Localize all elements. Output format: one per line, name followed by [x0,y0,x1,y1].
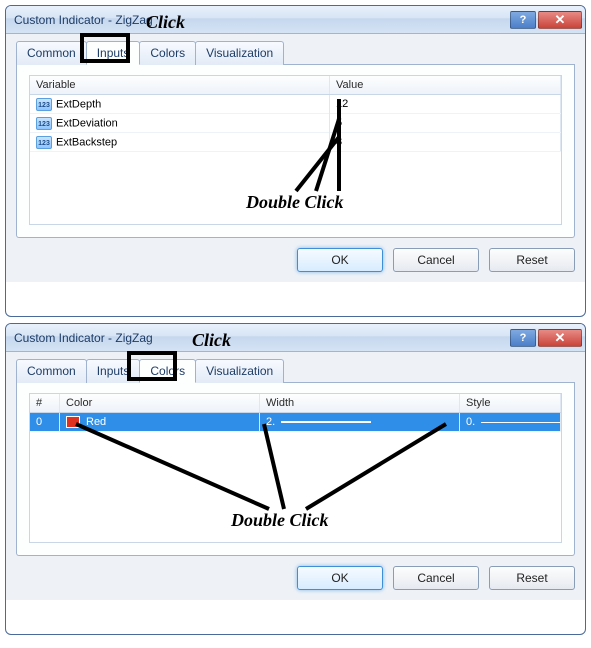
tab-colors[interactable]: Colors [139,359,196,383]
width-value: 2. [266,416,275,428]
colors-pane: # Color Width Style 0 Red 2. 0. [16,383,575,556]
titlebar[interactable]: Custom Indicator - ZigZag ? ✕ [6,6,585,34]
variable-name: ExtDepth [56,98,101,110]
table-row[interactable]: 123 ExtDeviation 5 [30,114,561,133]
titlebar[interactable]: Custom Indicator - ZigZag ? ✕ [6,324,585,352]
window-buttons: ? ✕ [508,329,582,347]
cancel-button[interactable]: Cancel [393,566,479,590]
variable-name: ExtBackstep [56,136,117,148]
variable-value[interactable]: 5 [330,114,561,132]
table-row[interactable]: 0 Red 2. 0. [30,413,561,432]
table-header: # Color Width Style [30,394,561,413]
help-button[interactable]: ? [510,11,536,29]
close-button[interactable]: ✕ [538,329,582,347]
col-width[interactable]: Width [260,394,460,412]
table-header: Variable Value [30,76,561,95]
style-preview-icon [481,422,561,423]
close-button[interactable]: ✕ [538,11,582,29]
tab-visualization[interactable]: Visualization [195,359,284,383]
tab-strip: Common Inputs Colors Visualization [16,358,575,383]
window-title: Custom Indicator - ZigZag [14,13,508,27]
col-style[interactable]: Style [460,394,561,412]
dialog-body: Common Inputs Colors Visualization # Col… [6,352,585,600]
inputs-pane: Variable Value 123 ExtDepth 12 123 ExtDevi… [16,65,575,238]
col-index[interactable]: # [30,394,60,412]
table-row[interactable]: 123 ExtDepth 12 [30,95,561,114]
tab-common[interactable]: Common [16,41,87,65]
int-icon: 123 [36,136,52,149]
int-icon: 123 [36,117,52,130]
col-color[interactable]: Color [60,394,260,412]
reset-button[interactable]: Reset [489,566,575,590]
variable-value[interactable]: 12 [330,95,561,113]
dialog-body: Common Inputs Colors Visualization Varia… [6,34,585,282]
dialog-buttons: OK Cancel Reset [16,566,575,590]
cancel-button[interactable]: Cancel [393,248,479,272]
table-row[interactable]: 123 ExtBackstep 3 [30,133,561,152]
line-preview-icon [281,421,371,423]
col-variable[interactable]: Variable [30,76,330,94]
window-title: Custom Indicator - ZigZag [14,331,508,345]
color-name: Red [86,416,106,428]
tab-inputs[interactable]: Inputs [86,359,141,383]
ok-button[interactable]: OK [297,566,383,590]
reset-button[interactable]: Reset [489,248,575,272]
tab-strip: Common Inputs Colors Visualization [16,40,575,65]
color-swatch-icon [66,416,80,428]
help-button[interactable]: ? [510,329,536,347]
dialog-inputs: Custom Indicator - ZigZag ? ✕ Common Inp… [5,5,586,317]
tab-colors[interactable]: Colors [139,41,196,65]
col-value[interactable]: Value [330,76,561,94]
row-index: 0 [30,413,60,431]
tab-inputs[interactable]: Inputs [86,41,141,65]
colors-table: # Color Width Style 0 Red 2. 0. [29,393,562,543]
tab-visualization[interactable]: Visualization [195,41,284,65]
tab-common[interactable]: Common [16,359,87,383]
dialog-buttons: OK Cancel Reset [16,248,575,272]
int-icon: 123 [36,98,52,111]
inputs-table: Variable Value 123 ExtDepth 12 123 ExtDevi… [29,75,562,225]
ok-button[interactable]: OK [297,248,383,272]
dialog-colors: Custom Indicator - ZigZag ? ✕ Common Inp… [5,323,586,635]
window-buttons: ? ✕ [508,11,582,29]
variable-value[interactable]: 3 [330,133,561,151]
variable-name: ExtDeviation [56,117,118,129]
style-value: 0. [466,416,475,428]
